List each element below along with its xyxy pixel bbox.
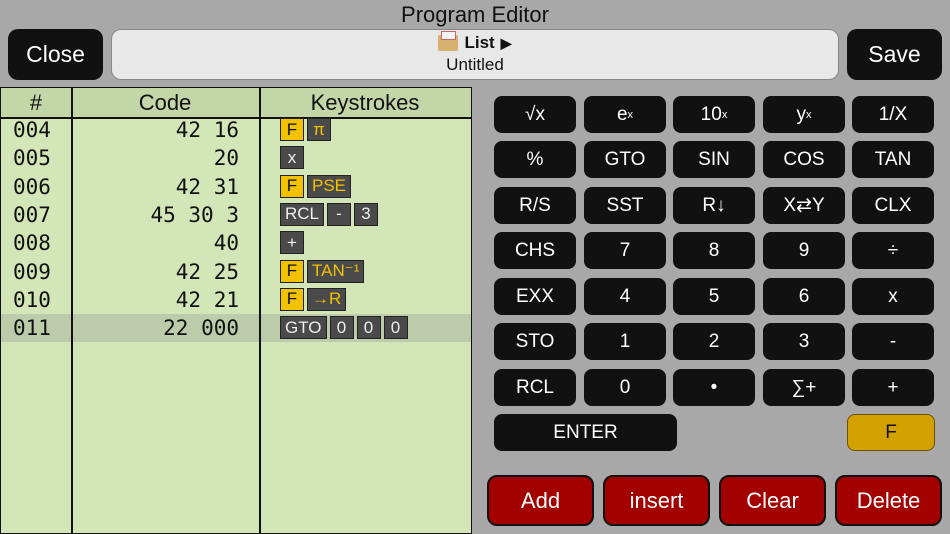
key-sin-button[interactable]: SIN: [673, 141, 755, 178]
key-y-pow-button[interactable]: yx: [763, 96, 845, 133]
keystroke-chip: GTO: [280, 316, 327, 340]
keystroke-chip: F: [280, 118, 304, 141]
key-gto-button[interactable]: GTO: [584, 141, 666, 178]
key-3-button[interactable]: 3: [763, 323, 845, 360]
keystroke-chip: F: [280, 259, 304, 283]
line-number: 007: [13, 202, 51, 227]
key-0-button[interactable]: 0: [584, 369, 666, 406]
keystroke-chip: TAN⁻¹: [307, 259, 365, 283]
key-divide-button[interactable]: ÷: [852, 232, 934, 269]
column-header-number: #: [29, 89, 43, 115]
folder-icon: [438, 31, 459, 51]
key-enter-button[interactable]: ENTER: [494, 414, 677, 451]
column-header-keystrokes: Keystrokes: [310, 89, 420, 115]
keystroke-chip: 0: [329, 316, 354, 340]
key-multiply-button[interactable]: x: [852, 278, 934, 315]
key-rcl-button[interactable]: RCL: [494, 369, 576, 406]
line-keystrokes: GTO 0 0 0: [280, 316, 408, 340]
close-button[interactable]: Close: [8, 29, 103, 80]
key-run-stop-button[interactable]: R/S: [494, 187, 576, 224]
line-number: 010: [13, 287, 51, 312]
clear-button[interactable]: Clear: [719, 475, 826, 526]
key-chs-button[interactable]: CHS: [494, 232, 576, 269]
key-cos-button[interactable]: COS: [763, 141, 845, 178]
line-code: 20: [213, 146, 239, 171]
superscript: x: [806, 108, 812, 121]
keystroke-chip: F: [280, 174, 304, 198]
line-number: 005: [13, 146, 51, 171]
line-code: 42 21: [175, 287, 239, 312]
key-5-button[interactable]: 5: [673, 278, 755, 315]
keystroke-chip: +: [280, 231, 304, 255]
key-sigma-plus-button[interactable]: ∑+: [763, 369, 845, 406]
key-exp-button[interactable]: ex: [584, 96, 666, 133]
save-button[interactable]: Save: [847, 29, 942, 80]
key-reciprocal-button[interactable]: 1/X: [852, 96, 934, 133]
key-tan-button[interactable]: TAN: [852, 141, 934, 178]
key-exx-button[interactable]: EXX: [494, 278, 576, 315]
line-number: 008: [13, 231, 51, 256]
line-number: 004: [13, 118, 51, 142]
column-divider: [71, 88, 73, 533]
key-1-button[interactable]: 1: [584, 323, 666, 360]
column-header-code: Code: [138, 89, 192, 115]
key-7-button[interactable]: 7: [584, 232, 666, 269]
key-percent-button[interactable]: %: [494, 141, 576, 178]
keystroke-chip: 0: [383, 316, 408, 340]
keystroke-chip: -: [327, 202, 352, 226]
line-number: 011: [13, 316, 51, 341]
key-sto-button[interactable]: STO: [494, 323, 576, 360]
column-divider: [259, 88, 261, 533]
line-keystrokes: F PSE: [280, 174, 352, 198]
key-minus-button[interactable]: -: [852, 323, 934, 360]
line-code: 40: [213, 231, 239, 256]
window-title: Program Editor: [401, 2, 549, 27]
add-button[interactable]: Add: [487, 475, 594, 526]
key-ten-pow-button[interactable]: 10 x: [673, 96, 755, 133]
line-keystrokes: F TAN⁻¹: [280, 259, 365, 283]
line-number: 006: [13, 174, 51, 199]
line-code: 42 31: [175, 174, 239, 199]
key-8-button[interactable]: 8: [673, 232, 755, 269]
key-sst-button[interactable]: SST: [584, 187, 666, 224]
program-name: Untitled: [446, 55, 504, 74]
key-2-button[interactable]: 2: [673, 323, 755, 360]
key-4-button[interactable]: 4: [584, 278, 666, 315]
keystroke-chip: PSE: [307, 174, 352, 198]
line-keystrokes: F →R: [280, 287, 347, 311]
program-listing[interactable]: # Code Keystrokes 004 42 16 Fπ 005 20 x 006 42 …: [0, 87, 472, 534]
line-keystrokes: +: [280, 231, 304, 255]
key-decimal-button[interactable]: •: [673, 369, 755, 406]
keystroke-chip: F: [280, 287, 304, 311]
line-code: 22 000: [163, 316, 239, 341]
delete-button[interactable]: Delete: [835, 475, 942, 526]
play-icon: ▶: [500, 34, 512, 51]
insert-button[interactable]: insert: [603, 475, 710, 526]
keystroke-chip: RCL: [280, 202, 325, 226]
key-f-shift-button[interactable]: F: [847, 414, 935, 451]
key-9-button[interactable]: 9: [763, 232, 845, 269]
key-clx-button[interactable]: CLX: [852, 187, 934, 224]
keystroke-chip: π: [307, 118, 331, 141]
superscript: x: [721, 108, 728, 121]
keystroke-chip: x: [280, 146, 304, 170]
keystroke-chip: 3: [354, 202, 379, 226]
superscript: x: [627, 108, 634, 121]
keystroke-chip: 0: [356, 316, 381, 340]
line-keystrokes: Fπ: [280, 118, 331, 141]
program-selector[interactable]: List ▶ Untitled: [111, 29, 839, 80]
keystroke-chip: →R: [307, 287, 347, 311]
key-plus-button[interactable]: +: [852, 369, 934, 406]
program-type-label: List: [464, 33, 495, 52]
line-keystrokes: x: [280, 146, 304, 170]
line-code: 42 25: [175, 259, 239, 284]
line-keystrokes: RCL -3: [280, 202, 379, 226]
line-code: 45 30 3: [150, 202, 239, 227]
key-sqrt-button[interactable]: √x: [494, 96, 576, 133]
key-swap-xy-button[interactable]: X⇄Y: [763, 187, 845, 224]
line-number: 009: [13, 259, 51, 284]
key-roll-down-button[interactable]: R↓: [673, 187, 755, 224]
key-6-button[interactable]: 6: [763, 278, 845, 315]
line-code: 42 16: [175, 118, 239, 142]
